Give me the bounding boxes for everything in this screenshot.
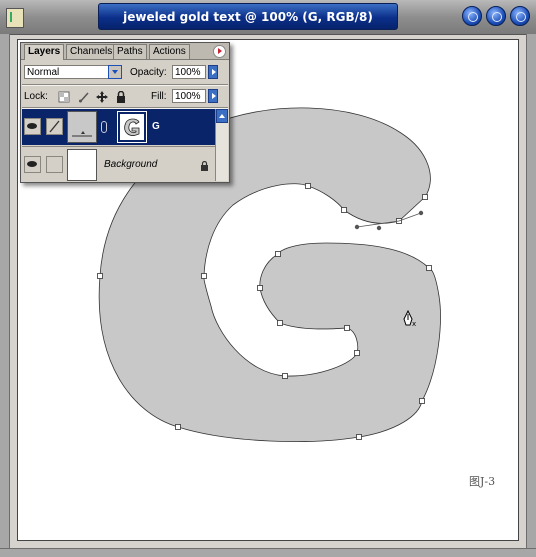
background-thumbnail[interactable] [67, 149, 97, 181]
svg-text:x: x [412, 320, 416, 328]
layer-name-g[interactable]: G [152, 121, 160, 132]
layer-row-background[interactable]: Background [22, 146, 215, 183]
window-frame-left [0, 34, 10, 556]
panel-menu-arrow-icon[interactable] [213, 45, 226, 58]
background-lock-icon [201, 161, 208, 171]
eye-visibility-icon[interactable] [24, 118, 41, 135]
fill-input[interactable]: 100% [172, 89, 206, 103]
opacity-label: Opacity: [130, 67, 167, 78]
lock-transparency-icon[interactable] [58, 91, 70, 103]
maximize-button[interactable] [486, 6, 506, 26]
opacity-slider-arrow-icon[interactable] [208, 65, 218, 79]
lock-position-move-icon[interactable] [96, 91, 108, 103]
fill-label: Fill: [151, 91, 167, 102]
layer-link-icon[interactable] [101, 121, 107, 133]
window-title: jeweled gold text @ 100% (G, RGB/8) [123, 10, 373, 24]
window-frame-right [526, 34, 536, 556]
layers-panel[interactable]: Layers Channels Paths Actions Normal Opa… [20, 42, 230, 183]
layer-name-background[interactable]: Background [104, 159, 157, 170]
divider [22, 84, 228, 86]
layer-thumbnail[interactable] [67, 111, 97, 143]
window-title-bar[interactable]: jeweled gold text @ 100% (G, RGB/8) [0, 0, 536, 35]
title-plate: jeweled gold text @ 100% (G, RGB/8) [98, 3, 398, 30]
fill-slider-arrow-icon[interactable] [208, 89, 218, 103]
layer-row-g[interactable]: G [22, 109, 215, 145]
paintbrush-icon[interactable] [46, 118, 63, 135]
photoshop-document-icon[interactable] [6, 8, 24, 28]
vector-mask-thumbnail[interactable] [117, 111, 147, 143]
minimize-button[interactable] [462, 6, 482, 26]
tab-paths[interactable]: Paths [113, 44, 147, 59]
tab-layers[interactable]: Layers [24, 44, 65, 60]
layers-scrollbar[interactable] [215, 109, 228, 181]
close-button[interactable] [510, 6, 530, 26]
tab-actions[interactable]: Actions [149, 44, 190, 59]
eye-visibility-icon[interactable] [24, 156, 41, 173]
paintbrush-slot-icon[interactable] [46, 156, 63, 173]
scroll-up-arrow-icon[interactable] [216, 109, 228, 123]
lock-image-brush-icon[interactable] [78, 91, 90, 103]
lock-all-padlock-icon[interactable] [115, 91, 127, 103]
figure-label: 图J-3 [469, 475, 496, 488]
panel-tab-bar: Layers Channels Paths Actions [21, 43, 229, 60]
blend-mode-select[interactable]: Normal [24, 65, 110, 79]
lock-label: Lock: [24, 91, 48, 102]
tab-channels[interactable]: Channels [66, 44, 117, 59]
blend-mode-dropdown-icon[interactable] [108, 65, 122, 79]
opacity-input[interactable]: 100% [172, 65, 206, 79]
